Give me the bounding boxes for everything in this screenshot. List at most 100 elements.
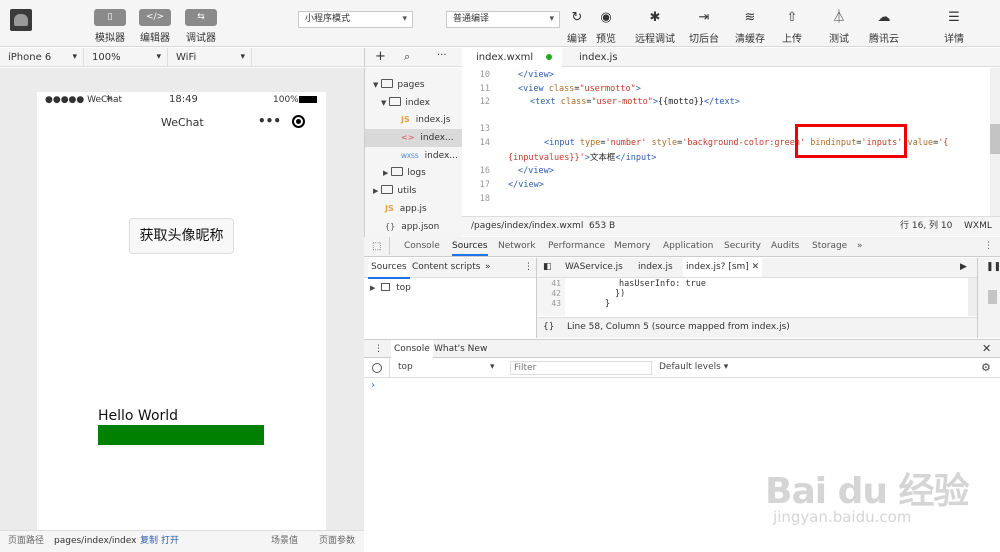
more-tabs-icon[interactable]: » bbox=[485, 258, 491, 277]
debugger-sidebar: ❚❚ bbox=[977, 258, 1000, 338]
cursor-position: 行 16, 列 10 bbox=[900, 221, 953, 231]
get-userinfo-button[interactable]: 获取头像昵称 bbox=[129, 218, 234, 254]
tab-waservice[interactable]: WAService.js bbox=[565, 258, 623, 277]
levels-select[interactable]: Default levels ▾ bbox=[659, 358, 728, 377]
folder-icon bbox=[381, 79, 394, 88]
search-icon[interactable]: ⌕ bbox=[404, 50, 410, 64]
debugger-button[interactable]: ⇆ 调试器 bbox=[177, 9, 225, 44]
simulator-panel: ●●●●● WeChat ≋ 18:49 100% WeChat ••• 获取头… bbox=[0, 68, 364, 530]
compile-mode-select[interactable]: 普通编译 bbox=[446, 11, 560, 28]
tree-folder-utils[interactable]: ▶ utils bbox=[365, 182, 463, 200]
tree-file-app-js[interactable]: JS app.js bbox=[365, 200, 463, 218]
tree-folder-index[interactable]: ▼ index bbox=[365, 94, 463, 112]
tab-index-wxml[interactable]: index.wxml bbox=[462, 48, 562, 67]
sidebar-scrollbar[interactable] bbox=[988, 290, 997, 304]
tree-file-index-wxml[interactable]: <> index... bbox=[365, 129, 463, 147]
details-button[interactable]: ☰ 详情 bbox=[930, 9, 978, 45]
tab-security[interactable]: Security bbox=[724, 237, 761, 256]
page-path-bar: 页面路径 pages/index/index 复制 打开 场景值 页面参数 bbox=[0, 530, 364, 552]
settings-gear-icon[interactable]: ⚙ bbox=[981, 358, 991, 377]
path-label: 页面路径 bbox=[8, 536, 45, 546]
network-select[interactable]: WiFi bbox=[168, 48, 252, 67]
params-button[interactable]: 页面参数 bbox=[319, 531, 355, 552]
more-tabs-icon[interactable]: » bbox=[857, 237, 863, 256]
tab-index-js[interactable]: index.js bbox=[565, 48, 632, 67]
dropdown-arrow-icon: ▾ bbox=[490, 362, 495, 372]
tree-file-index-js[interactable]: JS index.js bbox=[365, 111, 463, 129]
clear-cache-button[interactable]: ≋ 清缓存 bbox=[726, 9, 774, 45]
code-line: </view> bbox=[518, 166, 554, 176]
tab-index-js-src[interactable]: index.js bbox=[638, 258, 673, 277]
format-icon[interactable]: {} bbox=[543, 318, 554, 337]
kebab-menu-icon[interactable]: ⋮ bbox=[984, 237, 993, 256]
tab-console-drawer[interactable]: Console bbox=[391, 340, 433, 358]
battery-label: 100% bbox=[273, 95, 299, 105]
simulator-button[interactable]: ▯ 模拟器 bbox=[86, 9, 134, 44]
close-drawer-icon[interactable]: ✕ bbox=[982, 340, 991, 358]
background-button[interactable]: ⇥ 切后台 bbox=[680, 9, 728, 45]
tab-memory[interactable]: Memory bbox=[614, 237, 651, 256]
code-line: </view> bbox=[518, 70, 554, 80]
close-icon[interactable]: ✕ bbox=[752, 262, 760, 272]
editor-scrollbar[interactable] bbox=[990, 68, 1000, 216]
toggle-navigator-icon[interactable]: ◧ bbox=[543, 258, 552, 277]
mode-select[interactable]: 小程序模式 bbox=[298, 11, 413, 28]
editor-button[interactable]: </> 编辑器 bbox=[131, 9, 179, 44]
close-miniprogram-icon[interactable] bbox=[292, 115, 305, 128]
src-gutter: 41 42 43 bbox=[537, 278, 565, 316]
device-select[interactable]: iPhone 6 bbox=[0, 48, 84, 67]
tab-console[interactable]: Console bbox=[404, 237, 440, 256]
tab-content-scripts[interactable]: Content scripts bbox=[412, 258, 480, 277]
more-icon[interactable]: ••• bbox=[258, 114, 281, 128]
tab-performance[interactable]: Performance bbox=[548, 237, 605, 256]
tree-file-index-wxss[interactable]: WXSS index... bbox=[365, 147, 463, 165]
tab-sources[interactable]: Sources bbox=[452, 237, 488, 256]
code-editor[interactable]: 10 11 12 13 14 16 17 18 </view> <view cl… bbox=[462, 68, 1000, 216]
preview-button[interactable]: ◉ 预览 bbox=[582, 9, 630, 45]
folder-icon bbox=[381, 185, 394, 194]
tab-whats-new[interactable]: What's New bbox=[434, 340, 487, 358]
clear-console-icon[interactable] bbox=[372, 363, 382, 373]
source-file-tabs: ◧ WAService.js index.js index.js? [sm] ✕… bbox=[537, 258, 977, 278]
tab-audits[interactable]: Audits bbox=[771, 237, 799, 256]
zoom-select[interactable]: 100% bbox=[84, 48, 168, 67]
tab-sources-nav[interactable]: Sources bbox=[368, 258, 410, 279]
language-mode[interactable]: WXML bbox=[964, 217, 992, 236]
number-input[interactable] bbox=[98, 425, 264, 445]
path-value: pages/index/index bbox=[54, 536, 137, 546]
expanded-icon: ▼ bbox=[381, 99, 387, 107]
add-icon[interactable]: + bbox=[375, 49, 386, 64]
editor-tabs: index.wxml index.js bbox=[462, 48, 1000, 67]
inspect-icon[interactable]: ⬚ bbox=[372, 237, 381, 256]
js-file-icon: JS bbox=[401, 115, 410, 124]
open-link[interactable]: 打开 bbox=[161, 531, 179, 552]
tree-file-app-json[interactable]: {} app.json bbox=[365, 218, 463, 236]
src-scrollbar[interactable] bbox=[968, 278, 977, 316]
kebab-menu-icon[interactable]: ⋮ bbox=[524, 258, 533, 277]
hello-text: Hello World bbox=[98, 408, 179, 424]
tree-top[interactable]: ▶ top bbox=[370, 283, 411, 293]
tab-index-js-sm[interactable]: index.js? [sm] ✕ bbox=[683, 258, 763, 277]
console-filter-input[interactable] bbox=[510, 361, 652, 375]
code-line: <view class="usermotto"> bbox=[518, 84, 641, 94]
scene-button[interactable]: 场景值 bbox=[271, 531, 298, 552]
code-line: <text class="user-motto">{{motto}}</text… bbox=[530, 97, 740, 107]
kebab-menu-icon[interactable]: ⋮ bbox=[374, 340, 383, 358]
more-icon[interactable]: ··· bbox=[437, 50, 447, 61]
context-select[interactable]: top ▾ bbox=[398, 358, 498, 377]
pause-icon[interactable]: ❚❚ bbox=[986, 262, 1000, 272]
tencent-cloud-button[interactable]: ☁ 腾讯云 bbox=[860, 9, 908, 45]
tree-folder-logs[interactable]: ▶ logs bbox=[365, 164, 463, 182]
upload-button[interactable]: ⇧ 上传 bbox=[768, 9, 816, 45]
remote-debug-button[interactable]: ✱ 远程调试 bbox=[631, 9, 679, 45]
tab-network[interactable]: Network bbox=[498, 237, 536, 256]
test-button[interactable]: ⏃ 测试 bbox=[815, 9, 863, 45]
tab-storage[interactable]: Storage bbox=[812, 237, 847, 256]
copy-link[interactable]: 复制 bbox=[140, 531, 158, 552]
folder-icon bbox=[389, 97, 402, 106]
navigator-tabs: Sources Content scripts » ⋮ bbox=[364, 258, 536, 279]
tree-folder-pages[interactable]: ▼ pages bbox=[365, 76, 463, 94]
tab-application[interactable]: Application bbox=[663, 237, 713, 256]
user-avatar[interactable] bbox=[10, 9, 32, 31]
toggle-debugger-icon[interactable]: ▶ bbox=[960, 258, 967, 277]
